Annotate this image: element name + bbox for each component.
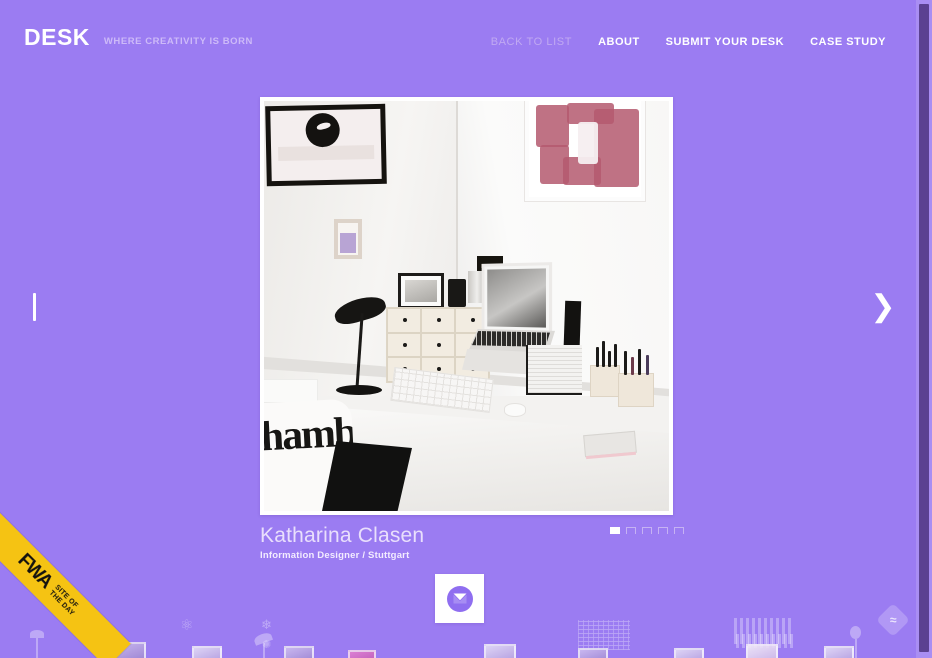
list-item[interactable]: [348, 650, 376, 658]
notebook: [583, 430, 637, 458]
list-item[interactable]: [192, 646, 222, 658]
chevron-left-icon: [32, 293, 36, 321]
fwa-logo: FWA: [13, 549, 57, 593]
fan-icon: ⚛: [180, 617, 194, 634]
slide-photo-frame[interactable]: DO IT!: [260, 97, 673, 515]
desk-lamp-base: [336, 385, 382, 395]
slider-next-chevron-right-icon[interactable]: ❯: [868, 285, 898, 329]
nav-item-about[interactable]: ABOUT: [598, 36, 640, 48]
nav-item-case-study[interactable]: CASE STUDY: [810, 36, 886, 48]
snowflake-icon: ❄: [261, 617, 272, 632]
pen-box-left: [590, 365, 620, 397]
vertical-scrollbar-track[interactable]: [916, 0, 932, 658]
office-chair: [322, 441, 412, 511]
pen-box-right: [618, 373, 654, 407]
site-tagline: WHERE CREATIVITY IS BORN: [103, 36, 253, 47]
slider-prev-chevron-left-icon[interactable]: [22, 287, 46, 327]
small-framed-print: [334, 219, 362, 259]
nav-item-submit-your-desk[interactable]: SUBMIT YOUR DESK: [666, 36, 784, 48]
scissors-and-pens: [622, 349, 656, 375]
desk-slider: DO IT!: [0, 97, 916, 517]
slide-indicator-3[interactable]: [642, 527, 652, 534]
list-item[interactable]: [284, 646, 314, 658]
list-item[interactable]: [578, 648, 608, 658]
mouse: [504, 403, 526, 417]
slide-indicator-4[interactable]: [658, 527, 668, 534]
author-role: Information Designer / Stuttgart: [260, 550, 410, 561]
slide-indicator-5[interactable]: [674, 527, 684, 534]
laptop-screen: [481, 262, 553, 334]
poster-paper-strip: [277, 145, 375, 162]
framed-photo-on-drawers: [398, 273, 444, 309]
list-item[interactable]: [824, 646, 854, 658]
site-logo[interactable]: DESK: [24, 26, 90, 49]
paper-tray: [526, 345, 582, 395]
main-navigation: BACK TO LIST ABOUT SUBMIT YOUR DESK CASE…: [491, 36, 886, 48]
desk-photo: DO IT!: [264, 101, 669, 511]
framed-bird-poster: [265, 103, 387, 187]
next-section-preview: ❄ ⚛ ✺: [0, 608, 916, 658]
black-canister: [448, 279, 466, 307]
list-item[interactable]: [674, 648, 704, 658]
bird-icon: [316, 120, 332, 131]
pens: [594, 341, 624, 367]
feedly-badge-glyph: ≈: [889, 613, 897, 627]
brand-block[interactable]: DESK WHERE CREATIVITY IS BORN: [24, 26, 253, 49]
plant-icon: ✺: [262, 639, 272, 651]
fwa-award-label: SITE OF THE DAY: [47, 584, 81, 618]
nav-item-back-to-list[interactable]: BACK TO LIST: [491, 36, 572, 48]
white-shelf: [264, 379, 318, 403]
list-item[interactable]: [746, 644, 778, 658]
list-item[interactable]: [484, 644, 516, 658]
pink-art-poster: [525, 101, 645, 201]
desk-lamp-icon: [30, 630, 44, 658]
vertical-scrollbar-thumb[interactable]: [919, 4, 929, 652]
grid-decoration: [578, 620, 630, 650]
slide-indicators: [610, 527, 684, 534]
slide-indicator-1[interactable]: [610, 527, 620, 534]
slide-indicator-2[interactable]: [626, 527, 636, 534]
